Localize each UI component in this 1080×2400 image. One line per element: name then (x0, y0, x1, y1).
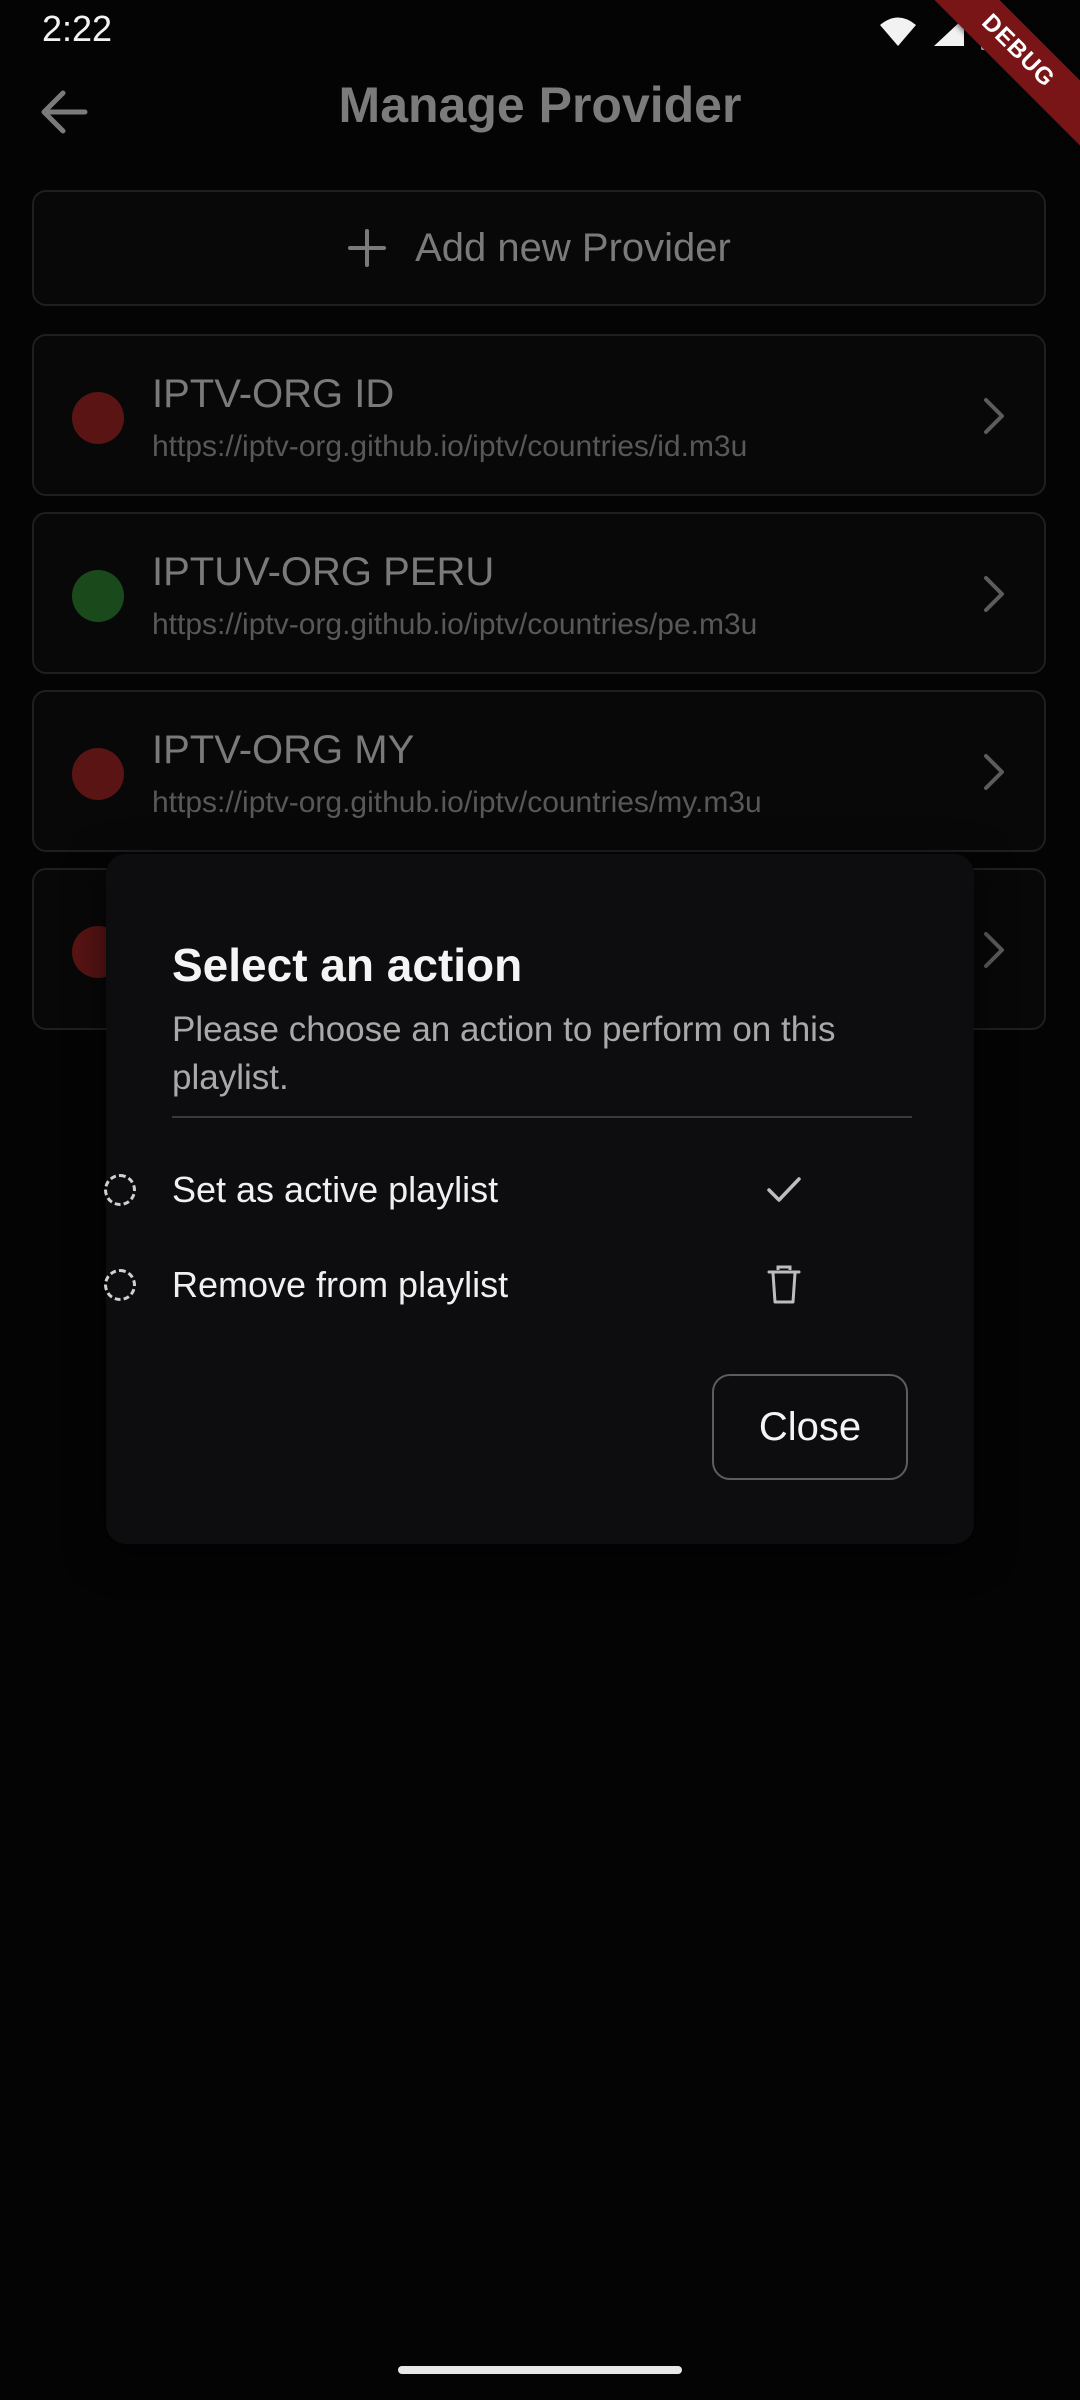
plus-icon (348, 229, 387, 267)
provider-item[interactable]: IPTUV-ORG PERU https://iptv-org.github.i… (32, 512, 1046, 674)
provider-name: IPTV-ORG ID (152, 372, 395, 416)
provider-url: https://iptv-org.github.io/iptv/countrie… (152, 786, 762, 819)
provider-url: https://iptv-org.github.io/iptv/countrie… (152, 608, 758, 641)
chevron-right-icon (984, 576, 1004, 612)
chevron-right-icon (984, 754, 1004, 790)
chevron-right-icon (984, 932, 1004, 968)
check-icon (762, 1168, 806, 1212)
status-dot (72, 570, 124, 622)
provider-item[interactable]: IPTV-ORG MY https://iptv-org.github.io/i… (32, 690, 1046, 852)
status-dot (72, 392, 124, 444)
provider-item[interactable]: IPTV-ORG ID https://iptv-org.github.io/i… (32, 334, 1046, 496)
option-label: Remove from playlist (172, 1264, 509, 1305)
trash-icon (762, 1263, 806, 1307)
status-dot (72, 748, 124, 800)
add-provider-button[interactable]: Add new Provider (32, 190, 1046, 306)
option-label: Set as active playlist (172, 1169, 499, 1210)
radio-icon (104, 1174, 136, 1206)
radio-icon (104, 1269, 136, 1301)
dialog-title: Select an action (172, 939, 523, 991)
chevron-right-icon (984, 398, 1004, 434)
provider-name: IPTUV-ORG PERU (152, 550, 495, 594)
wifi-icon (880, 17, 916, 46)
page-title: Manage Provider (338, 77, 742, 133)
close-button[interactable]: Close (712, 1374, 908, 1480)
set-active-playlist-option[interactable]: Set as active playlist (104, 1155, 806, 1225)
provider-name: IPTV-ORG MY (152, 728, 415, 772)
dialog-message: Please choose an action to perform on th… (172, 1010, 836, 1097)
provider-url: https://iptv-org.github.io/iptv/countrie… (152, 430, 748, 463)
dialog-divider (172, 1116, 912, 1118)
status-time: 2:22 (42, 8, 113, 49)
add-provider-label: Add new Provider (415, 225, 731, 270)
remove-playlist-option[interactable]: Remove from playlist (104, 1250, 806, 1320)
screen: 2:22 DEBUG Manage Provider Add new Provi… (0, 0, 1080, 2400)
home-indicator[interactable] (398, 2366, 682, 2374)
